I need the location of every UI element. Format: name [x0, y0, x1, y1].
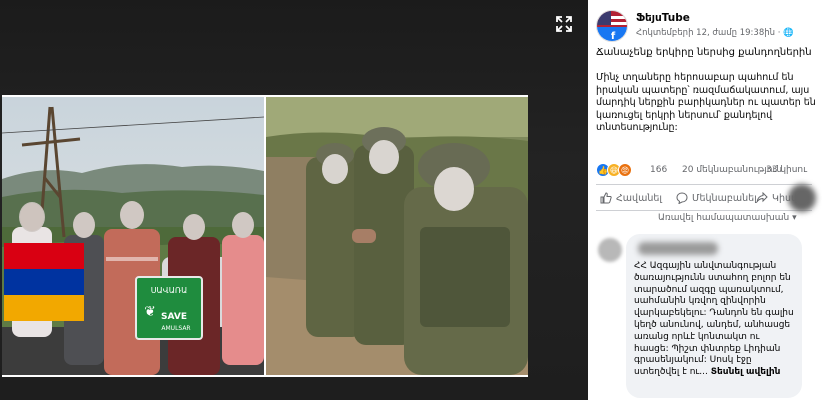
photo-viewer: ՍԱՎԱՌԱ ❦ SAVE AMULSAR [0, 0, 588, 400]
post-body: Մինչ տղաները հերոսաբար պահում են իրական … [596, 72, 816, 133]
save-amulsar-sign: ՍԱՎԱՌԱ ❦ SAVE AMULSAR [135, 276, 203, 340]
comment-label: Մեկնաբանել [692, 192, 757, 204]
expand-icon[interactable] [552, 12, 576, 36]
page-avatar[interactable]: f [596, 10, 628, 42]
protest-photo: ՍԱՎԱՌԱ ❦ SAVE AMULSAR [2, 97, 264, 375]
comment-item: ՀՀ Ազգային անվտանգության ծառայությունն ս… [596, 232, 822, 400]
comment-body: ՀՀ Ազգային անվտանգության ծառայությունն ս… [634, 261, 794, 378]
page-name[interactable]: ՖեյսTube [636, 12, 690, 24]
post-panel: f ՖեյսTube Հոկտեմբերի 12, ժամը 19:38ին ·… [588, 0, 822, 400]
comment-sort-dropdown[interactable]: Առավել համապատասխան ▾ [658, 213, 797, 223]
see-more-link[interactable]: Տեսնել ավելին [711, 367, 781, 377]
commenter-avatar[interactable] [598, 238, 622, 262]
comment-text: ՀՀ Ազգային անվտանգության ծառայությունն ս… [634, 261, 794, 379]
reaction-count[interactable]: 166 [650, 165, 667, 175]
share-count[interactable]: 33 կիսու [766, 165, 807, 175]
post-timestamp[interactable]: Հոկտեմբերի 12, ժամը 19:38ին · 🌐 [636, 28, 794, 38]
svg-text:❦: ❦ [144, 304, 156, 320]
post-title: Ճանաչենք երկիրը ներսից քանդողներին [596, 47, 812, 58]
thumbs-up-icon [600, 192, 612, 204]
comment-bubble: ՀՀ Ազգային անվտանգության ծառայությունն ս… [626, 234, 802, 398]
globe-icon: 🌐 [783, 28, 794, 38]
armenian-flag [4, 243, 84, 321]
share-icon [756, 192, 768, 203]
chevron-down-icon: ▾ [792, 213, 797, 223]
post-time-text: Հոկտեմբերի 12, ժամը 19:38ին · [636, 28, 784, 38]
svg-text:SAVE: SAVE [161, 312, 187, 322]
comment-button[interactable]: Մեկնաբանել [676, 192, 757, 204]
svg-text:f: f [611, 31, 616, 42]
like-label: Հավանել [616, 192, 662, 204]
post-header: f ՖեյսTube Հոկտեմբերի 12, ժամը 19:38ին ·… [596, 10, 816, 44]
divider [596, 184, 812, 185]
blurred-overlay [788, 184, 816, 212]
comment-sort-label: Առավել համապատասխան [658, 213, 790, 223]
svg-text:ՍԱՎԱՌԱ: ՍԱՎԱՌԱ [151, 286, 188, 295]
svg-text:AMULSAR: AMULSAR [161, 325, 190, 332]
soldiers-photo [266, 97, 528, 375]
photo-collage[interactable]: ՍԱՎԱՌԱ ❦ SAVE AMULSAR [2, 95, 528, 377]
divider [596, 210, 812, 211]
reactions-bar: 👍 😆 😡 166 20 մեկնաբանություն 33 կիսու [596, 163, 822, 179]
like-button[interactable]: Հավանել [600, 192, 662, 204]
comment-icon [676, 192, 688, 204]
reaction-icons[interactable]: 👍 😆 😡 [596, 163, 632, 177]
commenter-name[interactable] [638, 242, 718, 255]
angry-reaction-icon: 😡 [618, 163, 632, 177]
